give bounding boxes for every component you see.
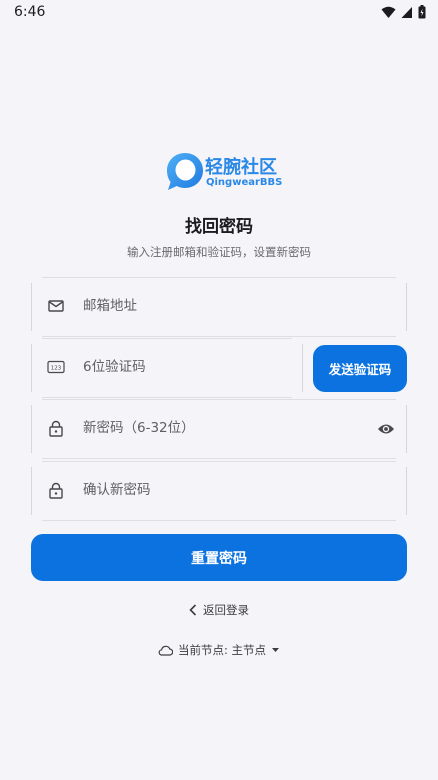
wifi-icon	[381, 6, 396, 18]
caret-down-icon	[272, 648, 280, 652]
signal-icon	[401, 6, 412, 18]
send-code-button[interactable]: 发送验证码	[313, 345, 407, 392]
node-selector[interactable]: 当前节点: 主节点	[0, 642, 438, 658]
code-input[interactable]	[83, 359, 283, 375]
numeric-keypad-icon: 123	[47, 358, 65, 376]
status-icons	[381, 5, 426, 19]
confirm-password-field[interactable]	[31, 461, 407, 521]
lock-icon	[47, 481, 65, 499]
reset-password-button[interactable]: 重置密码	[31, 534, 407, 581]
new-password-input[interactable]	[83, 420, 363, 436]
email-field[interactable]	[31, 277, 407, 337]
status-bar: 6:46	[0, 0, 438, 26]
logo-bubble-icon	[167, 153, 203, 190]
battery-icon	[418, 5, 426, 19]
app-logo: 轻腕社区 QingwearBBS	[166, 152, 282, 194]
email-input[interactable]	[83, 298, 363, 314]
cloud-icon	[158, 645, 173, 656]
back-to-login-link[interactable]: 返回登录	[0, 602, 438, 618]
mail-icon	[47, 297, 65, 315]
node-label: 当前节点: 主节点	[177, 643, 267, 657]
logo-name-en: QingwearBBS	[206, 177, 283, 188]
back-to-login-label: 返回登录	[203, 603, 249, 617]
svg-text:123: 123	[51, 366, 62, 372]
status-time: 6:46	[14, 4, 46, 20]
confirm-password-input[interactable]	[83, 482, 363, 498]
code-field[interactable]: 123	[31, 338, 303, 398]
lock-icon	[47, 419, 65, 437]
logo-name-cn: 轻腕社区	[205, 157, 277, 178]
page-title: 找回密码	[185, 217, 253, 237]
page-subtitle: 输入注册邮箱和验证码，设置新密码	[127, 245, 311, 259]
visibility-eye-icon[interactable]	[376, 419, 396, 439]
chevron-left-icon	[189, 604, 197, 616]
new-password-field[interactable]	[31, 399, 407, 459]
